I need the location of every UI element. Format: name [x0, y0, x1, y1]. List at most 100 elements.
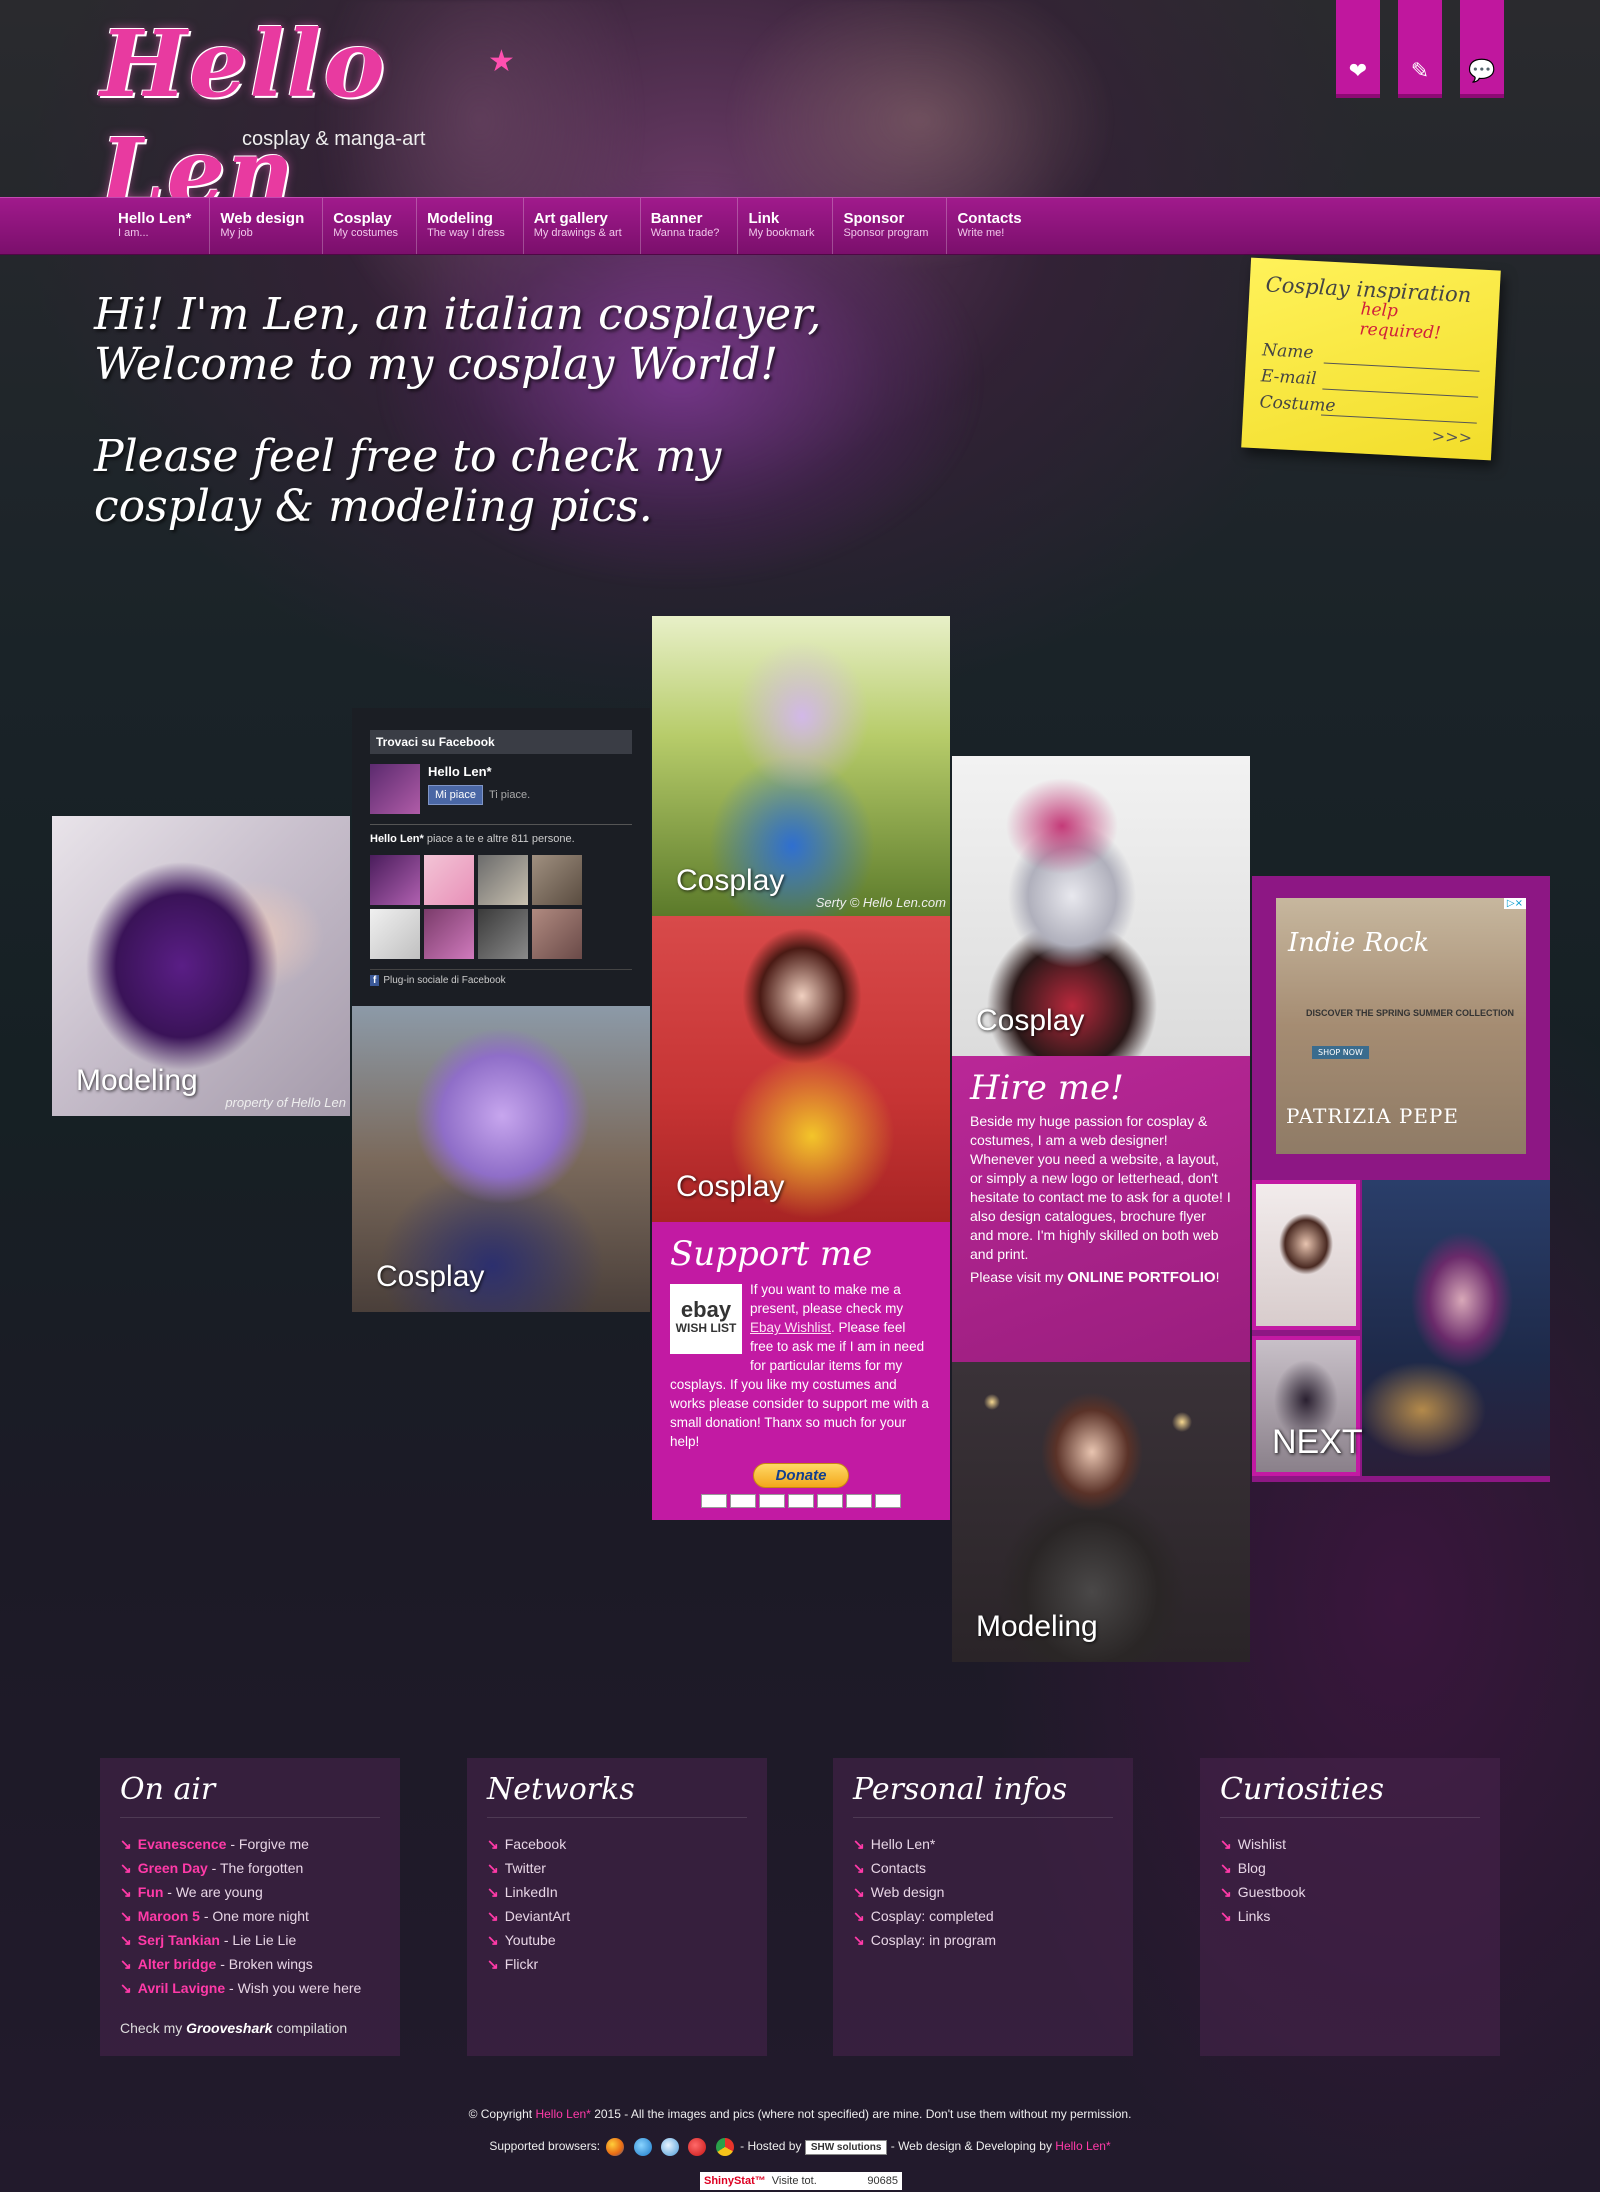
song-item[interactable]: Alter bridge - Broken wings	[120, 1952, 380, 1976]
email-field[interactable]: E-mail	[1260, 366, 1479, 398]
shinystat-counter[interactable]: ShinyStat™ Visite tot. 90685	[700, 2172, 902, 2190]
facebook-like-box[interactable]: Trovaci su Facebook Hello Len* Mi piace …	[352, 708, 650, 1006]
personal-link[interactable]: Cosplay: in program	[853, 1928, 1113, 1952]
note-submit-button[interactable]: >>>	[1431, 426, 1472, 447]
cosplay-tile-dark[interactable]: Cosplay	[952, 756, 1250, 1056]
fb-you-like: Ti piace.	[488, 789, 531, 801]
network-link-facebook[interactable]: Facebook	[487, 1832, 747, 1856]
logo-star-icon: ★	[488, 44, 515, 79]
network-link-deviantart[interactable]: DeviantArt	[487, 1904, 747, 1928]
network-link-youtube[interactable]: Youtube	[487, 1928, 747, 1952]
firefox-icon	[606, 2138, 625, 2156]
fan-avatar[interactable]	[532, 909, 582, 959]
nav-hello-len[interactable]: Hello Len* I am...	[108, 198, 209, 254]
nav-link[interactable]: Link My bookmark	[737, 198, 832, 254]
ad-shop-now-button[interactable]: SHOP NOW	[1312, 1046, 1369, 1059]
nav-web-design[interactable]: Web design My job	[209, 198, 322, 254]
cosplay-tile-red[interactable]: Cosplay	[652, 916, 950, 1222]
fb-page-avatar[interactable]	[370, 764, 420, 814]
cosplay-inspiration-note[interactable]: Cosplay inspiration help required! Name …	[1241, 257, 1501, 461]
copyright-text: 2015 - All the images and pics (where no…	[594, 2107, 1132, 2121]
copyright-owner-link[interactable]: Hello Len*	[535, 2107, 590, 2121]
fan-avatar[interactable]	[424, 855, 474, 905]
fan-avatar[interactable]	[478, 855, 528, 905]
hire-me-box[interactable]: Hire me! Beside my huge passion for cosp…	[952, 1056, 1250, 1362]
cosplay-tile-blue[interactable]: Cosplay Serty © Hello Len.com	[652, 616, 950, 916]
nav-art-gallery[interactable]: Art gallery My drawings & art	[522, 198, 640, 254]
next-thumb-fantasy[interactable]	[1362, 1180, 1550, 1476]
fb-like-button[interactable]: Mi piace	[428, 785, 483, 805]
note-suffix: compilation	[276, 2020, 348, 2036]
nav-modeling[interactable]: Modeling The way I dress	[416, 198, 523, 254]
donate-area: Donate	[670, 1463, 932, 1508]
song-item[interactable]: Maroon 5 - One more night	[120, 1904, 380, 1928]
field-line[interactable]	[1323, 349, 1481, 372]
field-line[interactable]	[1322, 375, 1479, 398]
next-thumb-portrait[interactable]	[1252, 1180, 1360, 1330]
costume-field[interactable]: Costume	[1259, 392, 1478, 424]
ad-text: DISCOVER THE SPRING SUMMER COLLECTION	[1306, 1008, 1515, 1018]
nav-contacts[interactable]: Contacts Write me!	[946, 198, 1039, 254]
name-field[interactable]: Name	[1262, 340, 1481, 372]
song-item[interactable]: Serj Tankian - Lie Lie Lie	[120, 1928, 380, 1952]
personal-link[interactable]: Hello Len*	[853, 1832, 1113, 1856]
fan-avatar[interactable]	[370, 909, 420, 959]
tile-watermark: Serty © Hello Len.com	[815, 895, 946, 910]
ebay-wishlist-link[interactable]: Ebay Wishlist	[750, 1320, 831, 1335]
chat-tab[interactable]: 💬	[1460, 0, 1504, 98]
internet-explorer-icon	[633, 2138, 652, 2156]
nav-cosplay[interactable]: Cosplay My costumes	[322, 198, 416, 254]
fb-page-info: Hello Len* Mi piace Ti piace.	[428, 764, 530, 814]
nav-sublabel: The way I dress	[427, 227, 505, 240]
personal-infos-box: Personal infos Hello Len* Contacts Web d…	[833, 1758, 1133, 2056]
fan-avatar[interactable]	[370, 855, 420, 905]
paypal-donate-button[interactable]: Donate	[752, 1463, 850, 1488]
curiosity-link[interactable]: Wishlist	[1220, 1832, 1480, 1856]
fan-avatar[interactable]	[478, 909, 528, 959]
advertisement-box[interactable]: ▷× Indie Rock DISCOVER THE SPRING SUMMER…	[1252, 876, 1550, 1176]
support-body: ebay WISH LIST If you want to make me a …	[670, 1280, 932, 1451]
adchoices-icon[interactable]: ▷×	[1503, 898, 1526, 909]
curiosity-link[interactable]: Blog	[1220, 1856, 1480, 1880]
song-item[interactable]: Avril Lavigne - Wish you were here	[120, 1976, 380, 2000]
song-item[interactable]: Fun - We are young	[120, 1880, 380, 1904]
curiosity-link[interactable]: Links	[1220, 1904, 1480, 1928]
support-text-start: If you want to make me a present, please…	[750, 1282, 904, 1316]
cosplay-tile-purple[interactable]: Cosplay	[352, 1006, 650, 1312]
ad-banner[interactable]: ▷× Indie Rock DISCOVER THE SPRING SUMMER…	[1276, 898, 1526, 1154]
network-link-flickr[interactable]: Flickr	[487, 1952, 747, 1976]
next-button[interactable]: NEXT	[1272, 1423, 1363, 1462]
fb-page-name[interactable]: Hello Len*	[428, 764, 530, 779]
personal-link[interactable]: Web design	[853, 1880, 1113, 1904]
nav-banner[interactable]: Banner Wanna trade?	[639, 198, 738, 254]
ebay-wishlist-badge[interactable]: ebay WISH LIST	[670, 1284, 742, 1354]
grooveshark-link[interactable]: Grooveshark	[186, 2020, 272, 2036]
facebook-icon: f	[370, 975, 380, 986]
fan-avatar[interactable]	[424, 909, 474, 959]
song-artist: Maroon 5	[137, 1908, 200, 1924]
next-gallery-box[interactable]: NEXT	[1252, 1176, 1550, 1482]
modeling-tile-1[interactable]: Modeling property of Hello Len	[52, 816, 350, 1116]
write-tab[interactable]: ✎	[1398, 0, 1442, 98]
field-line[interactable]	[1320, 401, 1478, 424]
modeling-tile-2[interactable]: Modeling	[952, 1362, 1250, 1662]
designer-link[interactable]: Hello Len*	[1055, 2139, 1110, 2153]
site-logo[interactable]: Hello Len ★ cosplay & manga-art	[100, 10, 560, 226]
nav-sponsor[interactable]: Sponsor Sponsor program	[832, 198, 946, 254]
song-item[interactable]: Evanescence - Forgive me	[120, 1832, 380, 1856]
song-item[interactable]: Green Day - The forgotten	[120, 1856, 380, 1880]
nav-label: Link	[748, 210, 780, 227]
personal-link[interactable]: Contacts	[853, 1856, 1113, 1880]
network-link-linkedin[interactable]: LinkedIn	[487, 1880, 747, 1904]
fan-avatar[interactable]	[532, 855, 582, 905]
online-portfolio-link[interactable]: ONLINE PORTFOLIO	[1067, 1269, 1215, 1286]
song-artist: Serj Tankian	[137, 1932, 220, 1948]
favorites-tab[interactable]: ❤	[1336, 0, 1380, 98]
support-me-box: Support me ebay WISH LIST If you want to…	[652, 1222, 950, 1520]
bank-icon	[875, 1494, 901, 1508]
curiosity-link[interactable]: Guestbook	[1220, 1880, 1480, 1904]
host-logo-link[interactable]: SHW solutions	[804, 2140, 888, 2156]
personal-link[interactable]: Cosplay: completed	[853, 1904, 1113, 1928]
logo-subtitle: cosplay & manga-art	[242, 128, 426, 150]
network-link-twitter[interactable]: Twitter	[487, 1856, 747, 1880]
